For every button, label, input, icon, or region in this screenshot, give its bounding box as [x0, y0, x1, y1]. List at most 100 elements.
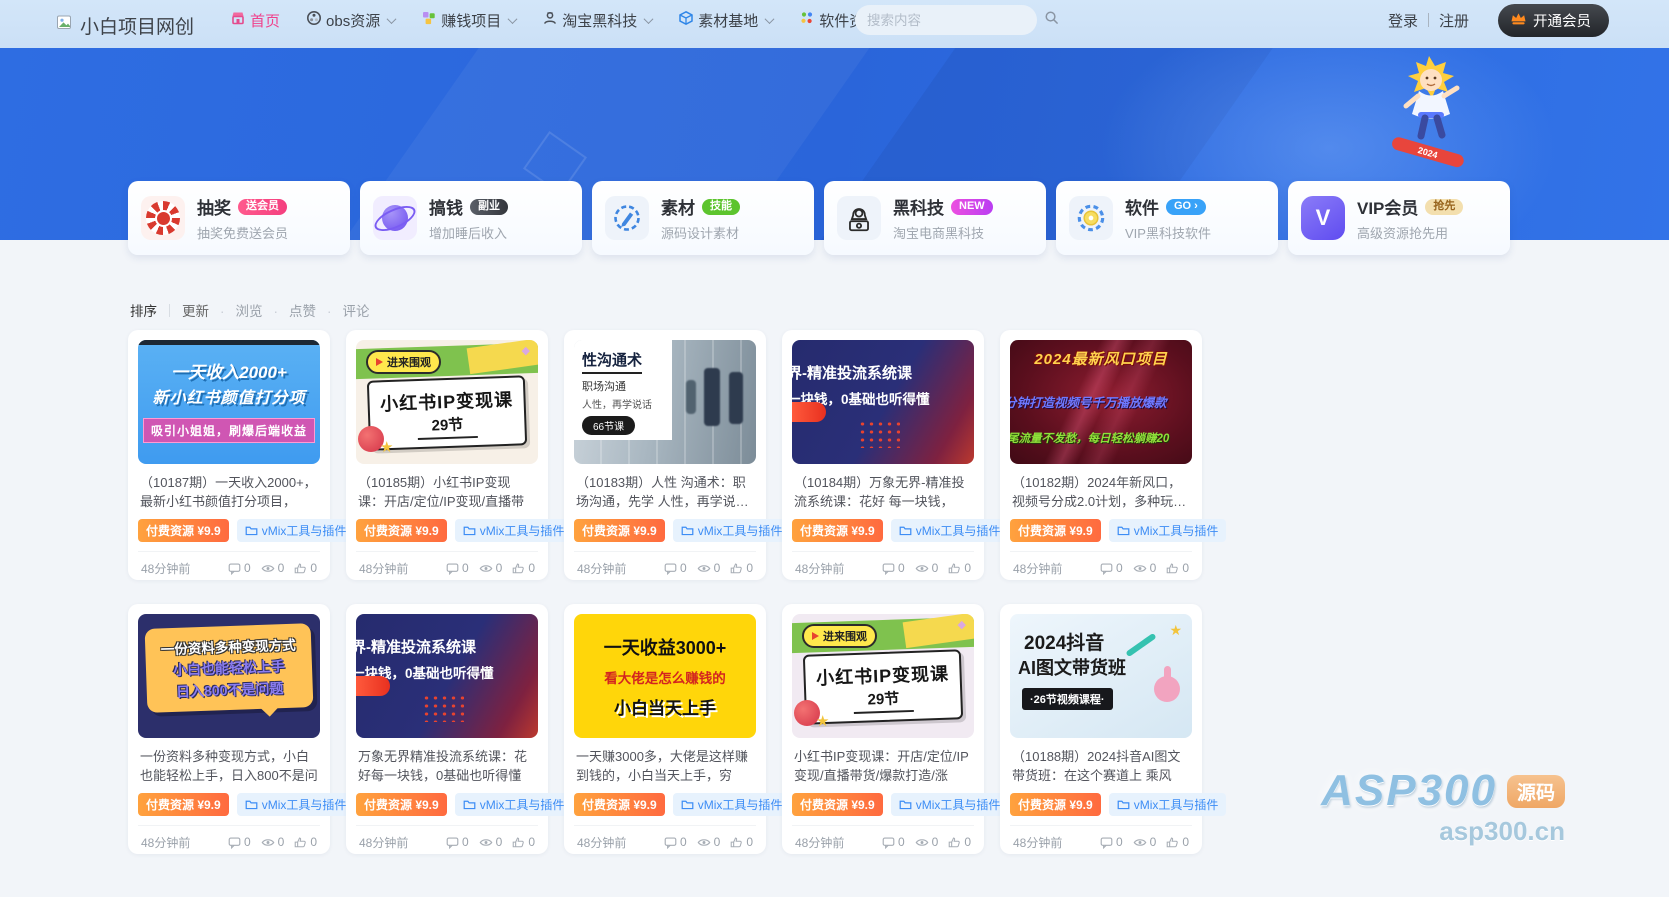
sparkle-icon: ◆	[958, 618, 966, 631]
sort-option-update[interactable]: 更新	[182, 300, 209, 320]
category-link[interactable]: vMix工具与插件	[891, 519, 1009, 542]
mascot-skater-illustration: 2024	[1385, 54, 1473, 177]
card-thumbnail[interactable]: 一份资料多种变现方式 小白也能轻松上手 日入800不是问题	[138, 614, 320, 738]
views-count: 0	[1133, 561, 1157, 575]
card-thumbnail[interactable]: 一天收益3000+ 看大佬是怎么赚钱的 小白当天上手	[574, 614, 756, 738]
sort-option-likes[interactable]: 点赞	[263, 300, 317, 320]
post-card[interactable]: 进来围观 小红书IP变现课 29节 ★◆ 小红书IP变现课：开店/定位/IP变现…	[782, 604, 984, 854]
post-card[interactable]: 界-精准投流系统课 一块钱，0基础也听得懂 万象无界精准投流系统课：花好每一块钱…	[346, 604, 548, 854]
home-shop-icon	[230, 10, 246, 30]
sort-option-comments[interactable]: 评论	[316, 300, 370, 320]
card-thumbnail[interactable]: 界-精准投流系统课 一块钱，0基础也听得懂	[792, 340, 974, 464]
card-thumbnail[interactable]: 进来围观 小红书IP变现课 29节 ★◆	[792, 614, 974, 738]
nav-item-obs[interactable]: obs资源	[306, 10, 395, 31]
post-time: 48分钟前	[577, 834, 626, 851]
card-thumbnail[interactable]: 一天收入2000+ 新小红书颜值打分项 吸引小姐姐，刷爆后端收益	[138, 340, 320, 464]
sort-option-views[interactable]: 浏览	[209, 300, 263, 320]
category-link[interactable]: vMix工具与插件	[455, 793, 573, 816]
feature-badge: 抢先	[1425, 199, 1463, 215]
feature-card-make-money[interactable]: 搞钱 副业 增加睡后收入	[360, 181, 582, 255]
card-title[interactable]: （10187期）一天收入2000+，最新小红书颜值打分项目，吸…	[140, 473, 318, 511]
card-thumbnail[interactable]: 2024抖音 AI图文带货班 ·26节视频课程· ★	[1010, 614, 1192, 738]
views-count: 0	[915, 835, 939, 849]
color-dots-icon	[799, 10, 815, 30]
register-link[interactable]: 注册	[1439, 10, 1469, 31]
likes-count: 0	[512, 835, 535, 849]
search-icon[interactable]	[1044, 10, 1059, 30]
price-badge: 付费资源 ¥9.9	[356, 793, 447, 816]
post-card[interactable]: 2024抖音 AI图文带货班 ·26节视频课程· ★ （10188期）2024抖…	[1000, 604, 1202, 854]
card-title[interactable]: （10185期）小红书IP变现课：开店/定位/IP变现/直播带货/…	[358, 473, 536, 511]
lottery-wheel-icon	[141, 196, 185, 240]
feature-card-material[interactable]: 素材 技能 源码设计素材	[592, 181, 814, 255]
card-title[interactable]: （10183期）人性 沟通术：职场沟通，先学 人性，再学说…	[576, 473, 754, 511]
sparkle-icon: ◆	[522, 344, 530, 357]
post-card[interactable]: 进来围观 小红书IP变现课 29节 ★◆ （10185期）小红书IP变现课：开店…	[346, 330, 548, 580]
post-card[interactable]: 一天收益3000+ 看大佬是怎么赚钱的 小白当天上手 一天赚3000多，大佬是这…	[564, 604, 766, 854]
chevron-down-icon	[644, 14, 654, 24]
price-badge: 付费资源 ¥9.9	[1010, 793, 1101, 816]
feature-card-software[interactable]: 软件 GO › VIP黑科技软件	[1056, 181, 1278, 255]
feature-card-vip[interactable]: V VIP会员 抢先 高级资源抢先用	[1288, 181, 1510, 255]
watch-tag: 进来围观	[366, 350, 441, 374]
star-icon: ★	[816, 712, 829, 730]
card-title[interactable]: （10182期）2024年新风口，视频号分成2.0计划，多种玩…	[1012, 473, 1190, 511]
category-link[interactable]: vMix工具与插件	[1109, 519, 1227, 542]
likes-count: 0	[730, 835, 753, 849]
post-time: 48分钟前	[141, 560, 190, 577]
post-card[interactable]: 界-精准投流系统课 一块钱，0基础也听得懂 （10184期）万象无界-精准投流系…	[782, 330, 984, 580]
crown-icon	[1510, 11, 1527, 30]
card-thumbnail[interactable]: 界-精准投流系统课 一块钱，0基础也听得懂	[356, 614, 538, 738]
watermark-brand: ASP300	[1321, 766, 1497, 816]
card-title[interactable]: 万象无界精准投流系统课：花好每一块钱，0基础也听得懂（…	[358, 747, 536, 785]
card-thumbnail[interactable]: 性沟通术 职场沟通 人性，再学说话 66节课	[574, 340, 756, 464]
card-title[interactable]: （10184期）万象无界-精准投流系统课：花好 每一块钱，0…	[794, 473, 972, 511]
logo-text: 小白项目网创	[80, 12, 194, 39]
post-time: 48分钟前	[359, 834, 408, 851]
price-badge: 付费资源 ¥9.9	[138, 793, 229, 816]
category-link[interactable]: vMix工具与插件	[1109, 793, 1227, 816]
nav-item-home[interactable]: 首页	[230, 10, 280, 31]
nav-item-material-base[interactable]: 素材基地	[678, 10, 773, 31]
post-grid: 一天收入2000+ 新小红书颜值打分项 吸引小姐姐，刷爆后端收益 （10187期…	[128, 330, 1202, 854]
post-card[interactable]: 性沟通术 职场沟通 人性，再学说话 66节课 （10183期）人性 沟通术：职场…	[564, 330, 766, 580]
category-link[interactable]: vMix工具与插件	[455, 519, 573, 542]
site-logo[interactable]: 小白项目网创	[56, 12, 194, 39]
play-icon	[376, 358, 383, 366]
search-input[interactable]	[867, 13, 1044, 28]
sort-label: 排序	[130, 300, 157, 320]
sort-divider	[169, 304, 170, 317]
card-title[interactable]: 一份资料多种变现方式，小白也能轻松上手，日入800不是问题	[140, 747, 318, 785]
post-time: 48分钟前	[577, 560, 626, 577]
feature-card-lottery[interactable]: 抽奖 送会员 抽奖免费送会员	[128, 181, 350, 255]
search-box[interactable]	[855, 5, 1037, 35]
category-link[interactable]: vMix工具与插件	[673, 519, 791, 542]
views-count: 0	[697, 835, 721, 849]
feature-card-black-tech[interactable]: 黑科技 NEW 淘宝电商黑科技	[824, 181, 1046, 255]
card-title[interactable]: 一天赚3000多，大佬是这样赚到钱的，小白当天上手，穷人…	[576, 747, 754, 785]
card-thumbnail[interactable]: 2024最新风口项目 分钟打造视频号千万播放爆款 尾流量不发愁，每日轻松躺赚20	[1010, 340, 1192, 464]
post-card[interactable]: 一份资料多种变现方式 小白也能轻松上手 日入800不是问题 一份资料多种变现方式…	[128, 604, 330, 854]
post-card[interactable]: 一天收入2000+ 新小红书颜值打分项 吸引小姐姐，刷爆后端收益 （10187期…	[128, 330, 330, 580]
price-badge: 付费资源 ¥9.9	[138, 519, 229, 542]
post-card[interactable]: 2024最新风口项目 分钟打造视频号千万播放爆款 尾流量不发愁，每日轻松躺赚20…	[1000, 330, 1202, 580]
category-link[interactable]: vMix工具与插件	[237, 519, 355, 542]
nav-item-taobao-tech[interactable]: 淘宝黑科技	[542, 10, 652, 31]
card-title[interactable]: 小红书IP变现课：开店/定位/IP变现/直播带货/爆款打造/涨价…	[794, 747, 972, 785]
login-link[interactable]: 登录	[1388, 10, 1418, 31]
play-icon	[812, 632, 819, 640]
auth-links: 登录 注册	[1388, 0, 1469, 40]
vip-v-icon: V	[1301, 196, 1345, 240]
card-thumbnail[interactable]: 进来围观 小红书IP变现课 29节 ★◆	[356, 340, 538, 464]
watch-tag: 进来围观	[802, 624, 877, 648]
category-link[interactable]: vMix工具与插件	[237, 793, 355, 816]
comments-count: 0	[882, 835, 905, 849]
cube-icon	[678, 10, 694, 30]
category-link[interactable]: vMix工具与插件	[673, 793, 791, 816]
card-title[interactable]: （10188期）2024抖音AI图文带货班：在这个赛道上 乘风破…	[1012, 747, 1190, 785]
price-badge: 付费资源 ¥9.9	[1010, 519, 1101, 542]
sort-bar: 排序 更新 浏览 点赞 评论	[130, 300, 370, 320]
open-vip-button[interactable]: 开通会员	[1498, 4, 1609, 37]
nav-item-money-projects[interactable]: 赚钱项目	[421, 10, 516, 31]
category-link[interactable]: vMix工具与插件	[891, 793, 1009, 816]
